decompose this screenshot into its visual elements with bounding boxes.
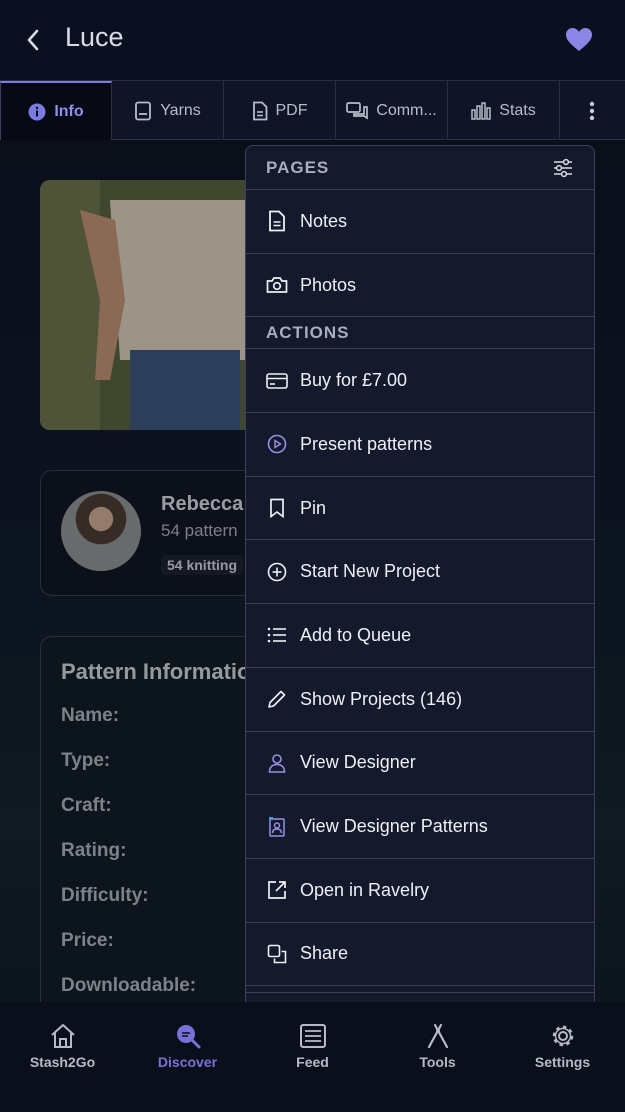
favorite-button[interactable]	[562, 24, 596, 56]
tab-pdf[interactable]: PDF	[224, 81, 336, 140]
external-link-icon	[268, 881, 286, 900]
nav-stash2go[interactable]: Stash2Go	[0, 1002, 125, 1112]
book-icon	[135, 101, 152, 120]
nav-label: Stash2Go	[29, 1054, 96, 1070]
list-icon	[267, 628, 286, 643]
note-icon	[269, 210, 285, 232]
tab-yarns-label: Yarns	[160, 101, 201, 119]
nav-settings[interactable]: Settings	[500, 1002, 625, 1112]
chevron-left-icon	[27, 29, 39, 51]
comments-icon	[346, 101, 369, 120]
menu-item-present-patterns[interactable]: Present patterns	[246, 413, 594, 477]
app-header: Luce	[0, 0, 625, 80]
heart-icon	[566, 28, 592, 51]
tab-more-button[interactable]	[560, 81, 624, 140]
bookmark-icon	[270, 498, 284, 519]
feed-icon	[299, 1024, 326, 1048]
tab-stats[interactable]: Stats	[448, 81, 560, 140]
menu-item-label: Add to Queue	[300, 624, 412, 645]
page-title: Luce	[65, 22, 124, 52]
overflow-menu: PAGES Notes Photos ACTIONS Buy for £7.00…	[245, 145, 595, 1024]
nav-feed[interactable]: Feed	[250, 1002, 375, 1112]
nav-label: Settings	[534, 1054, 591, 1070]
menu-item-view-designer-patterns[interactable]: View Designer Patterns	[246, 795, 594, 859]
menu-section-pages: PAGES	[246, 146, 594, 190]
designer-patterns-icon	[269, 816, 285, 837]
menu-item-open-in-ravelry[interactable]: Open in Ravelry	[246, 859, 594, 923]
tab-comments[interactable]: Comm...	[336, 81, 448, 140]
menu-item-share[interactable]: Share	[246, 923, 594, 987]
user-icon	[268, 754, 286, 773]
bottom-nav: Stash2Go Discover Feed Tools Settings	[0, 1002, 625, 1112]
menu-item-start-new-project[interactable]: Start New Project	[246, 540, 594, 605]
menu-item-label: View Designer Patterns	[300, 816, 488, 837]
tab-info[interactable]: Info	[0, 81, 112, 140]
nav-label: Discover	[157, 1054, 218, 1070]
back-button[interactable]	[18, 24, 48, 56]
tab-comments-label: Comm...	[376, 101, 437, 119]
menu-item-view-designer[interactable]: View Designer	[246, 732, 594, 796]
menu-item-label: Photos	[300, 274, 357, 295]
camera-icon	[266, 277, 288, 293]
menu-section-actions: ACTIONS	[246, 317, 594, 350]
more-vertical-icon	[589, 101, 595, 120]
tab-info-label: Info	[54, 102, 84, 120]
discover-icon	[176, 1025, 200, 1049]
menu-item-label: Present patterns	[300, 433, 433, 454]
menu-item-notes[interactable]: Notes	[246, 190, 594, 254]
menu-section-actions-label: ACTIONS	[266, 322, 350, 342]
menu-item-label: Buy for £7.00	[300, 370, 408, 391]
tab-pdf-label: PDF	[275, 101, 308, 119]
play-icon	[267, 435, 287, 454]
share-icon	[267, 944, 287, 964]
sliders-icon[interactable]	[552, 158, 574, 178]
menu-item-label: Open in Ravelry	[300, 879, 430, 900]
chart-icon	[471, 101, 492, 120]
home-icon	[50, 1024, 75, 1048]
gear-icon	[552, 1025, 573, 1047]
menu-item-label: Start New Project	[300, 561, 441, 582]
nav-tools[interactable]: Tools	[375, 1002, 500, 1112]
nav-label: Tools	[419, 1054, 456, 1070]
info-icon	[28, 103, 46, 120]
tab-bar: Info Yarns PDF Comm... Stats	[0, 80, 625, 140]
menu-item-buy[interactable]: Buy for £7.00	[246, 349, 594, 414]
document-icon	[252, 101, 267, 120]
menu-item-label: Share	[300, 943, 349, 964]
nav-discover[interactable]: Discover	[125, 1002, 250, 1112]
credit-card-icon	[266, 372, 288, 389]
menu-item-add-to-queue[interactable]: Add to Queue	[246, 604, 594, 668]
pencil-icon	[268, 690, 286, 708]
tab-yarns[interactable]: Yarns	[112, 81, 224, 140]
menu-section-pages-label: PAGES	[266, 157, 330, 177]
menu-item-photos[interactable]: Photos	[246, 254, 594, 318]
menu-item-label: Show Projects (146)	[300, 688, 463, 709]
tools-icon	[427, 1023, 448, 1049]
nav-label: Feed	[296, 1054, 329, 1070]
menu-item-pin[interactable]: Pin	[246, 477, 594, 541]
tab-stats-label: Stats	[499, 101, 536, 119]
menu-item-label: View Designer	[300, 752, 416, 773]
menu-item-label: Notes	[300, 210, 348, 231]
menu-item-show-projects[interactable]: Show Projects (146)	[246, 668, 594, 732]
menu-item-label: Pin	[300, 497, 327, 518]
plus-circle-icon	[267, 562, 287, 582]
